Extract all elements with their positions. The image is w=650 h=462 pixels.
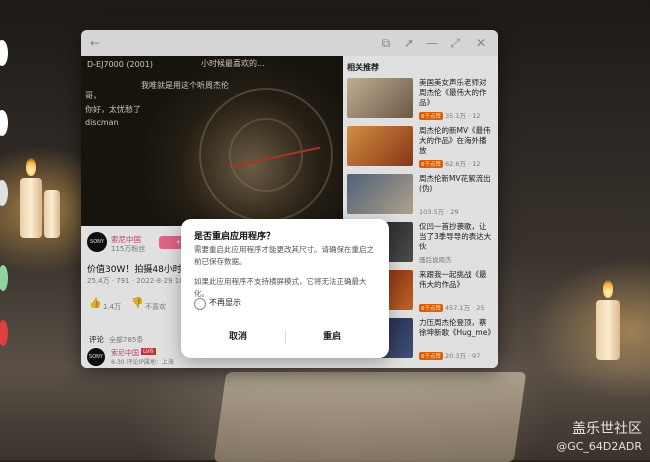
open-book: [213, 372, 527, 462]
side-dock-bubble: [0, 110, 8, 136]
restart-button[interactable]: 重启: [287, 327, 377, 347]
watermark-brand: 盖乐世社区: [572, 421, 642, 437]
restart-dialog: 是否重启应用程序？ 需要重启此应用程序才能更改其尺寸。请确保在重启之前已保存数据…: [181, 219, 389, 358]
watermark-user: @GC_64D2ADR: [556, 440, 642, 453]
side-dock-bubble: [0, 180, 8, 206]
candle: [44, 190, 60, 238]
candle-flame: [603, 280, 613, 298]
side-dock-bubble: [0, 40, 8, 66]
dont-show-again-radio[interactable]: [194, 298, 206, 310]
side-dock-bubble: [0, 265, 8, 291]
dialog-title: 是否重启应用程序？: [194, 232, 276, 242]
dont-show-again-label[interactable]: 不再显示: [209, 297, 241, 308]
dialog-message: 需要重启此应用程序才能更改其尺寸。请确保在重启之前已保存数据。: [194, 245, 374, 266]
candle: [20, 178, 42, 238]
watermark: 盖乐世社区 @GC_64D2ADR: [556, 420, 642, 456]
button-divider: [285, 330, 286, 344]
cancel-button[interactable]: 取消: [193, 327, 283, 347]
candle-flame: [26, 158, 36, 176]
candle: [596, 300, 620, 360]
side-dock-bubble: [0, 320, 8, 346]
